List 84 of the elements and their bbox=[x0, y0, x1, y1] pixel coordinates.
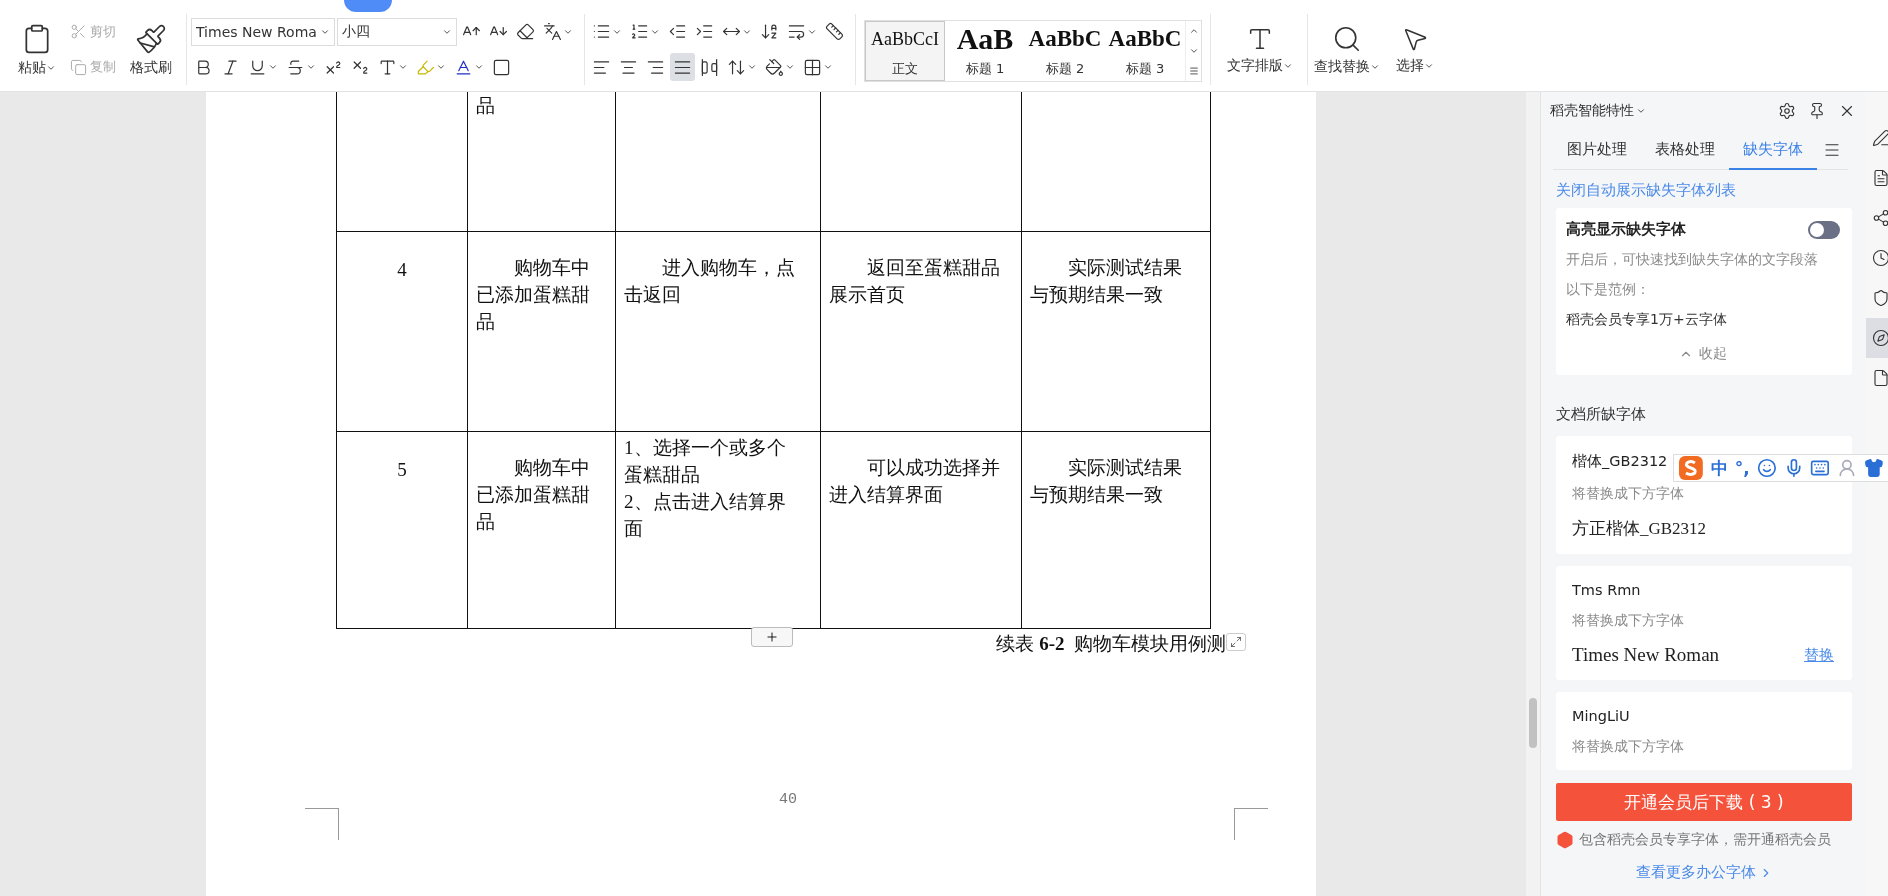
smile-icon[interactable] bbox=[1756, 458, 1777, 478]
missing-font-name: Tms Rmn bbox=[1572, 582, 1641, 598]
pen-icon[interactable] bbox=[1872, 129, 1888, 147]
distribute-icon bbox=[700, 57, 719, 77]
collapse-button[interactable]: 收起 bbox=[1679, 345, 1727, 363]
select-button[interactable]: 选择 bbox=[1390, 22, 1440, 77]
panel-tab[interactable]: 图片处理 bbox=[1553, 130, 1641, 170]
caret-icon bbox=[1636, 106, 1646, 116]
input-mode-toggle[interactable]: 中 bbox=[1710, 456, 1728, 480]
shield-icon[interactable] bbox=[1872, 289, 1888, 307]
cell-text: 进入购物车，点击返回 bbox=[624, 255, 796, 307]
member-note: 包含稻壳会员专享字体，需开通稻壳会员 bbox=[1579, 831, 1831, 849]
cell-text: 购物车中已添加蛋糕甜品 bbox=[476, 455, 591, 534]
square-icon bbox=[492, 57, 511, 77]
eraser-icon bbox=[516, 22, 535, 42]
card-title: 高亮显示缺失字体 bbox=[1566, 220, 1686, 239]
compass-icon[interactable] bbox=[1872, 329, 1888, 347]
cell-text: 购物车中已添加蛋糕甜品 bbox=[476, 255, 591, 334]
paste-button[interactable]: 粘贴 bbox=[12, 14, 62, 85]
hexagon-icon bbox=[1556, 831, 1574, 849]
cell-text: 返回至蛋糕甜品展示首页 bbox=[829, 255, 1001, 307]
scrollbar-thumb[interactable] bbox=[1529, 698, 1537, 748]
section-title: 文档所缺字体 bbox=[1555, 405, 1647, 424]
settings-icon[interactable] bbox=[1778, 102, 1796, 120]
resize-icon bbox=[1230, 635, 1242, 648]
paintbrush-icon bbox=[135, 22, 167, 55]
sort-icon bbox=[760, 22, 779, 42]
replace-hint: 将替换成下方字体 bbox=[1572, 612, 1684, 630]
corner-mark bbox=[305, 807, 339, 840]
paint-bucket-icon bbox=[765, 57, 784, 77]
example-label: 以下是范例： bbox=[1566, 281, 1651, 299]
corner-mark bbox=[1234, 807, 1268, 840]
pin-icon[interactable] bbox=[1808, 102, 1826, 120]
punctuation-toggle[interactable]: °, bbox=[1734, 458, 1750, 478]
cell-text: 实际测试结果与预期结果一致 bbox=[1030, 255, 1183, 307]
row-number: 4 bbox=[396, 257, 408, 282]
replace-link[interactable]: 替换 bbox=[1804, 645, 1834, 665]
card-description: 开启后，可快速找到缺失字体的文字段落 bbox=[1566, 251, 1819, 269]
replacement-font-name: Times New Roman bbox=[1572, 644, 1720, 666]
justify-button[interactable] bbox=[670, 53, 695, 82]
scroll-down-icon[interactable] bbox=[1188, 46, 1199, 56]
share-icon[interactable] bbox=[1872, 209, 1888, 227]
wrap-icon bbox=[787, 22, 806, 42]
font-color-icon bbox=[454, 57, 473, 77]
cell-text: 实际测试结果与预期结果一致 bbox=[1030, 455, 1183, 507]
ruler-icon bbox=[825, 22, 844, 42]
highlight-toggle[interactable] bbox=[1808, 220, 1840, 239]
grid-icon bbox=[803, 57, 822, 77]
scroll-up-icon[interactable] bbox=[1188, 26, 1199, 36]
panel-title-menu[interactable]: 稻壳智能特性 bbox=[1550, 102, 1646, 120]
page-number: 40 bbox=[779, 790, 798, 808]
text-layout-button[interactable]: 文字排版 bbox=[1221, 14, 1299, 85]
keyboard-icon[interactable] bbox=[1810, 458, 1831, 478]
cell-text: 品 bbox=[476, 94, 496, 118]
document-icon[interactable] bbox=[1872, 169, 1888, 187]
font-size-select[interactable]: 小四 bbox=[337, 17, 457, 46]
languages-icon bbox=[543, 22, 562, 42]
shirt-icon[interactable] bbox=[1864, 458, 1884, 478]
row-number: 5 bbox=[396, 457, 408, 482]
copy-icon bbox=[70, 58, 87, 76]
clock-icon[interactable] bbox=[1872, 249, 1888, 267]
plus-icon bbox=[765, 629, 779, 644]
replace-hint: 将替换成下方字体 bbox=[1572, 485, 1684, 503]
replacement-font-name: 方正楷体_GB2312 bbox=[1572, 518, 1707, 540]
table-caption: 续表 6-2 购物车模块用例测 bbox=[996, 631, 1226, 656]
scissors-icon bbox=[70, 23, 87, 41]
format-painter-button[interactable]: 格式刷 bbox=[124, 14, 178, 85]
panel-tab[interactable]: 缺失字体 bbox=[1729, 130, 1817, 170]
add-row-button[interactable] bbox=[751, 626, 793, 647]
cell-text: 2、点击进入结算界面 bbox=[624, 489, 787, 541]
file-icon[interactable] bbox=[1872, 369, 1888, 387]
example-text: 稻壳会员专享1万+云字体 bbox=[1566, 311, 1728, 329]
replace-hint: 将替换成下方字体 bbox=[1572, 738, 1684, 756]
cell-text: 1、选择一个或多个蛋糕甜品 bbox=[624, 435, 787, 487]
missing-font-name: 楷体_GB2312 bbox=[1572, 452, 1668, 471]
more-icon[interactable] bbox=[1188, 66, 1199, 76]
cell-text: 可以成功选择并进入结算界面 bbox=[829, 455, 1001, 507]
line-spacing-icon bbox=[727, 57, 746, 77]
style-option[interactable]: AaBbCcI 正文 bbox=[865, 21, 945, 81]
find-replace-button[interactable]: 查找替换 bbox=[1308, 21, 1386, 78]
panel-tab[interactable]: 表格处理 bbox=[1641, 130, 1729, 170]
resize-button[interactable] bbox=[1226, 632, 1246, 651]
font-name-select[interactable]: Times New Roma bbox=[191, 17, 335, 46]
missing-font-name: MingLiU bbox=[1572, 708, 1630, 724]
